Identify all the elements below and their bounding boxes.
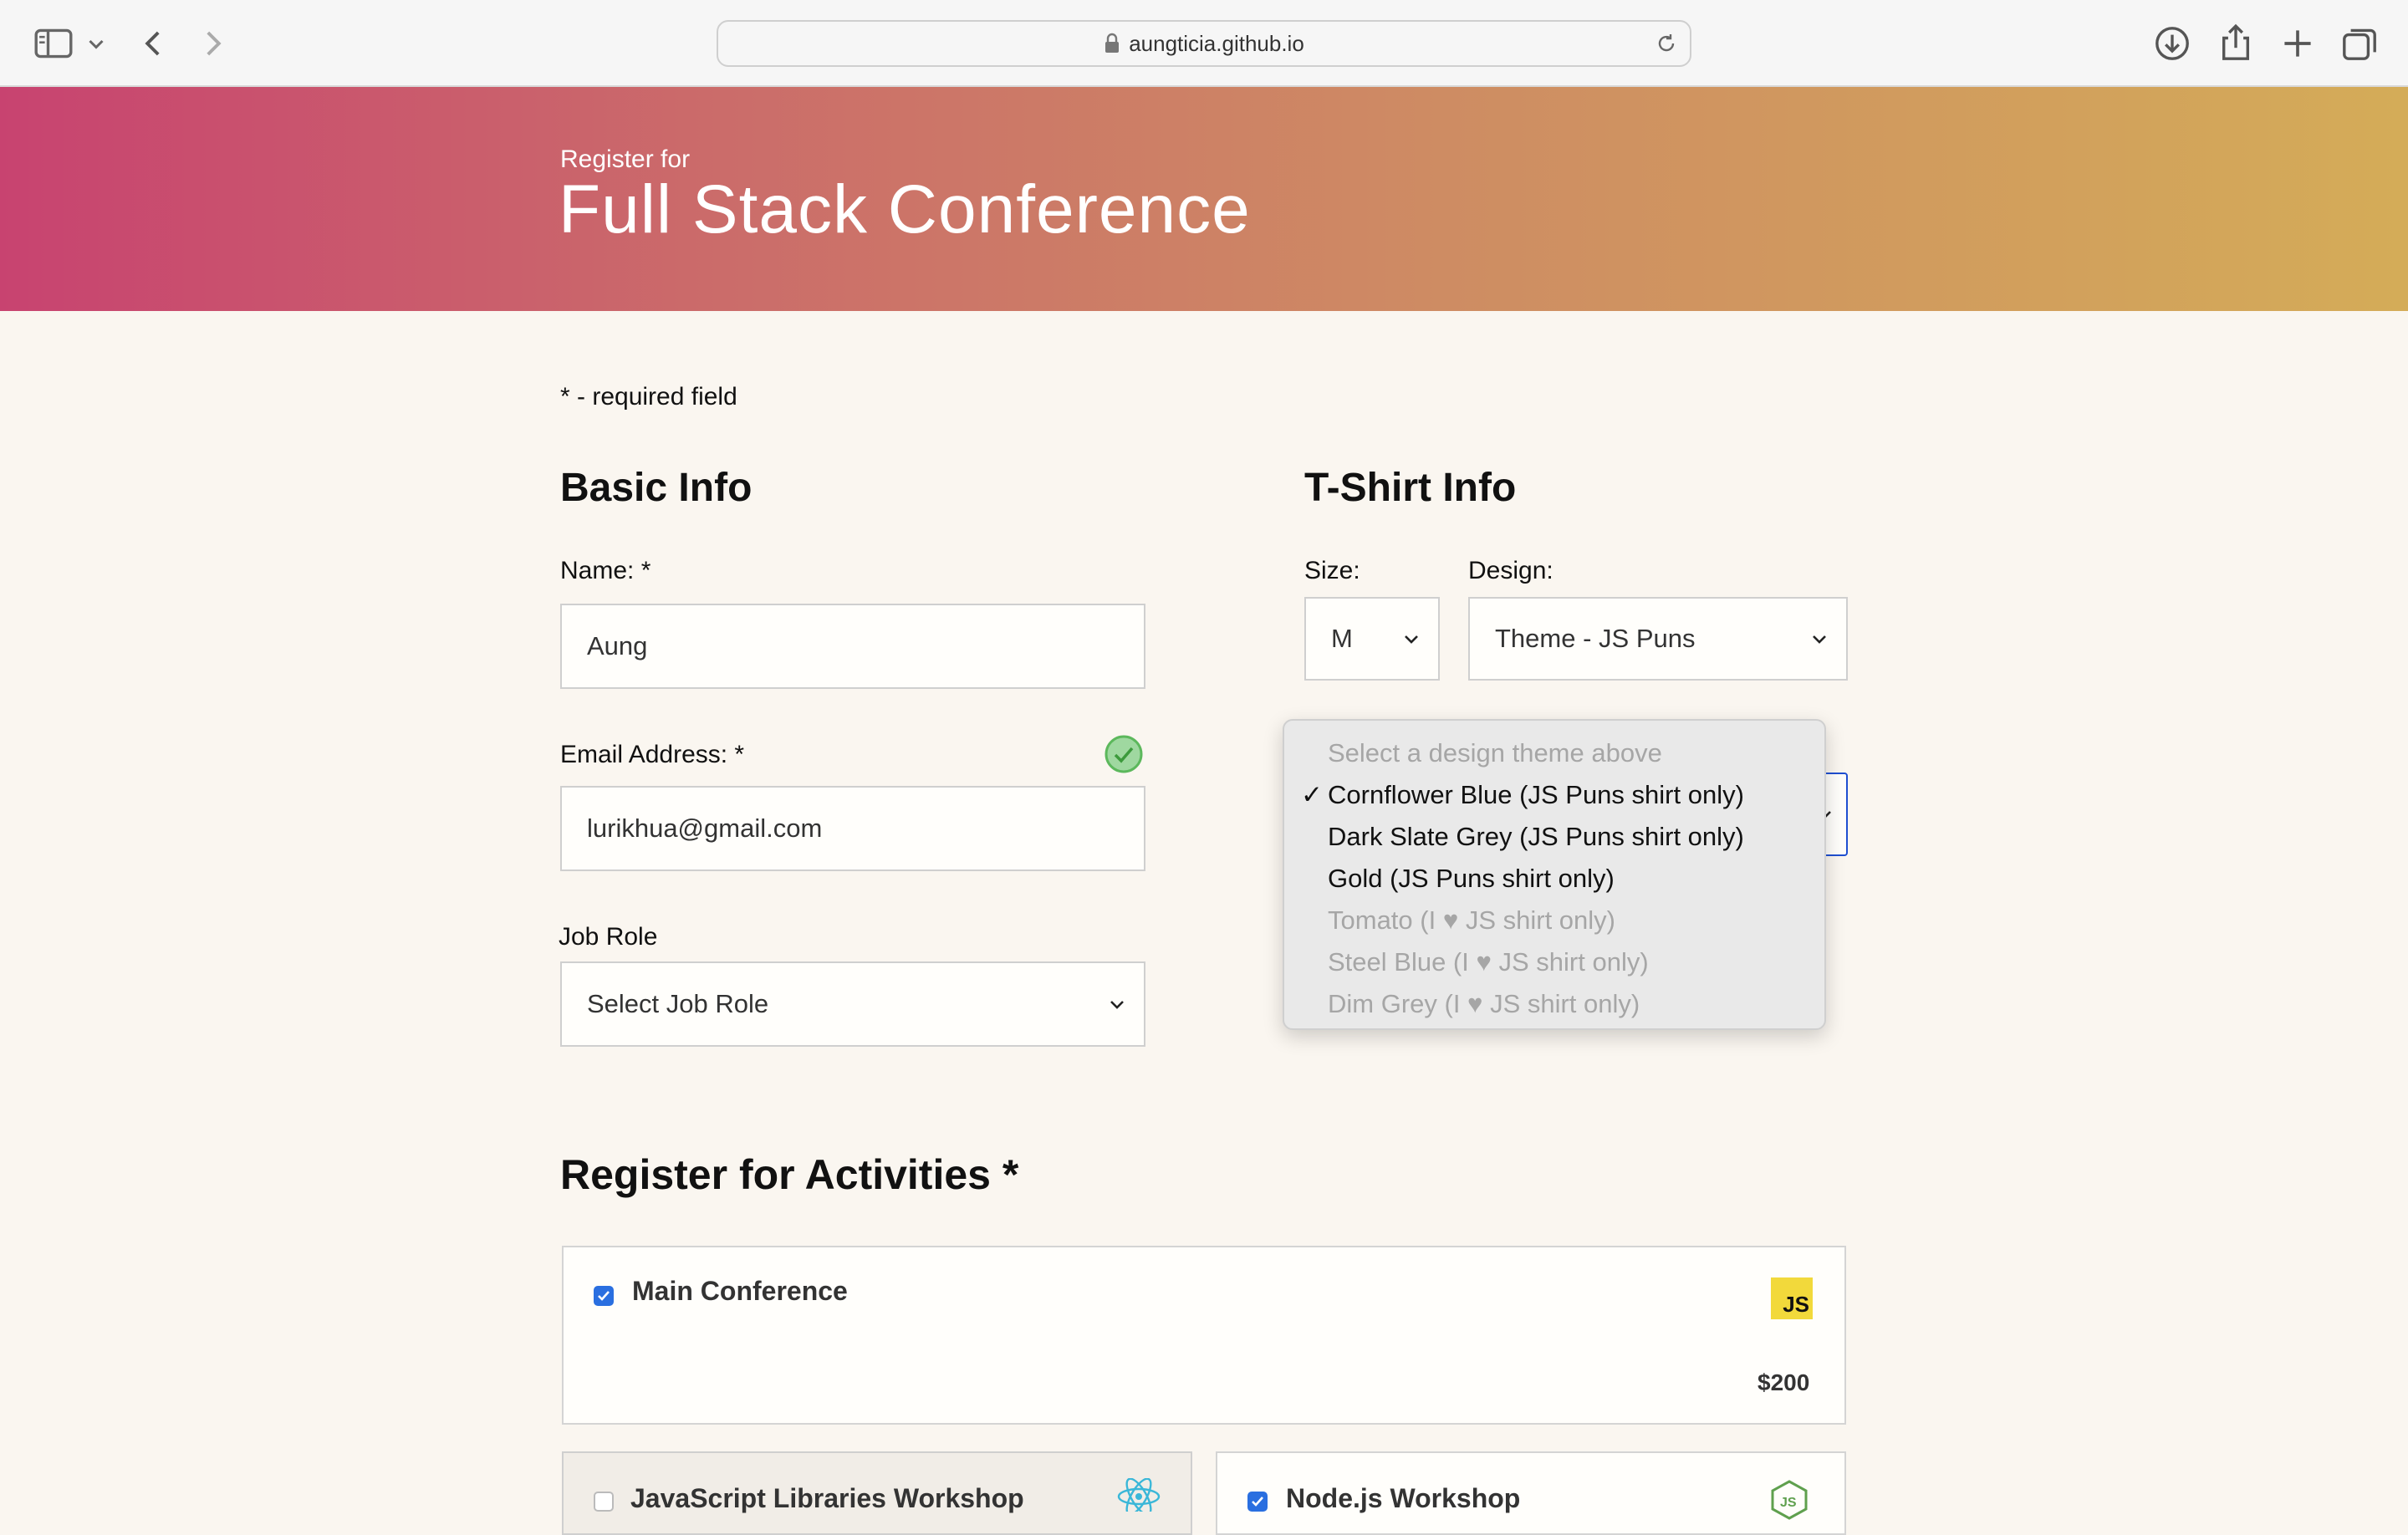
browser-toolbar: aungticia.github.io (0, 0, 2408, 87)
color-option: Dim Grey (I ♥ JS shirt only) (1328, 989, 1640, 1018)
nodejs-icon: JS (1771, 1480, 1808, 1520)
color-dropdown-menu: Select a design theme above ✓ Cornflower … (1283, 719, 1826, 1030)
header-pre-title: Register for (560, 145, 691, 173)
react-icon (1117, 1478, 1161, 1512)
url-text: aungticia.github.io (1129, 30, 1304, 56)
design-value: Theme - JS Puns (1495, 624, 1696, 653)
lock-icon (1105, 33, 1120, 53)
js-icon: JS (1771, 1277, 1813, 1319)
design-select[interactable]: Theme - JS Puns (1468, 597, 1848, 681)
chevron-down-icon (1813, 635, 1826, 644)
basic-info-heading: Basic Info (560, 466, 752, 510)
color-option: Steel Blue (I ♥ JS shirt only) (1328, 947, 1649, 977)
tab-overview-icon[interactable] (2338, 22, 2381, 65)
tshirt-info-heading: T-Shirt Info (1304, 466, 1517, 510)
size-select[interactable]: M (1304, 597, 1440, 681)
size-value: M (1331, 624, 1353, 653)
svg-text:JS: JS (1780, 1496, 1797, 1510)
required-field-note: * - required field (560, 383, 737, 411)
activity-name: Main Conference (632, 1276, 848, 1306)
design-label: Design: (1468, 557, 1553, 584)
color-option: Select a design theme above (1328, 738, 1662, 768)
job-role-value: Select Job Role (587, 989, 769, 1018)
name-label: Name: * (560, 557, 651, 584)
name-input[interactable]: Aung (560, 604, 1145, 689)
chevron-down-icon[interactable] (84, 22, 109, 65)
back-icon[interactable] (132, 22, 176, 65)
color-option[interactable]: ✓ Cornflower Blue (JS Puns shirt only) (1284, 774, 1824, 816)
color-option[interactable]: Dark Slate Grey (JS Puns shirt only) (1284, 816, 1824, 858)
color-option[interactable]: Gold (JS Puns shirt only) (1284, 858, 1824, 900)
email-label: Email Address: * (560, 741, 745, 768)
activity-checkbox[interactable] (1247, 1492, 1268, 1512)
chevron-down-icon (1405, 635, 1418, 644)
valid-check-icon (1105, 735, 1143, 773)
job-role-select[interactable]: Select Job Role (560, 961, 1145, 1047)
activity-card-nodejs[interactable]: Node.js Workshop JS (1216, 1451, 1846, 1535)
size-label: Size: (1304, 557, 1360, 584)
activity-checkbox[interactable] (594, 1286, 614, 1306)
activity-name: Node.js Workshop (1286, 1483, 1521, 1513)
page-header: Register for Full Stack Conference (0, 87, 2408, 311)
checkmark-icon: ✓ (1301, 780, 1323, 809)
share-icon[interactable] (2214, 22, 2258, 65)
chevron-down-icon (1110, 1001, 1124, 1009)
name-value: Aung (587, 631, 648, 660)
email-value: lurikhua@gmail.com (587, 813, 823, 843)
forward-icon[interactable] (191, 22, 234, 65)
activity-card-main-conference[interactable]: Main Conference JS $200 (562, 1246, 1846, 1425)
new-tab-icon[interactable] (2276, 22, 2319, 65)
activities-heading: Register for Activities * (560, 1151, 1019, 1198)
download-icon[interactable] (2150, 22, 2194, 65)
activity-checkbox[interactable] (594, 1492, 614, 1512)
address-bar[interactable]: aungticia.github.io (717, 20, 1691, 67)
page-title: Full Stack Conference (559, 171, 1251, 247)
sidebar-toggle-icon[interactable] (32, 22, 75, 65)
activity-card-js-libraries[interactable]: JavaScript Libraries Workshop (562, 1451, 1192, 1535)
job-role-label: Job Role (559, 923, 658, 951)
reload-icon[interactable] (1653, 30, 1680, 57)
activity-name: JavaScript Libraries Workshop (630, 1483, 1024, 1513)
email-input[interactable]: lurikhua@gmail.com (560, 786, 1145, 871)
color-option: Tomato (I ♥ JS shirt only) (1328, 905, 1615, 935)
activity-price: $200 (1758, 1369, 1810, 1395)
